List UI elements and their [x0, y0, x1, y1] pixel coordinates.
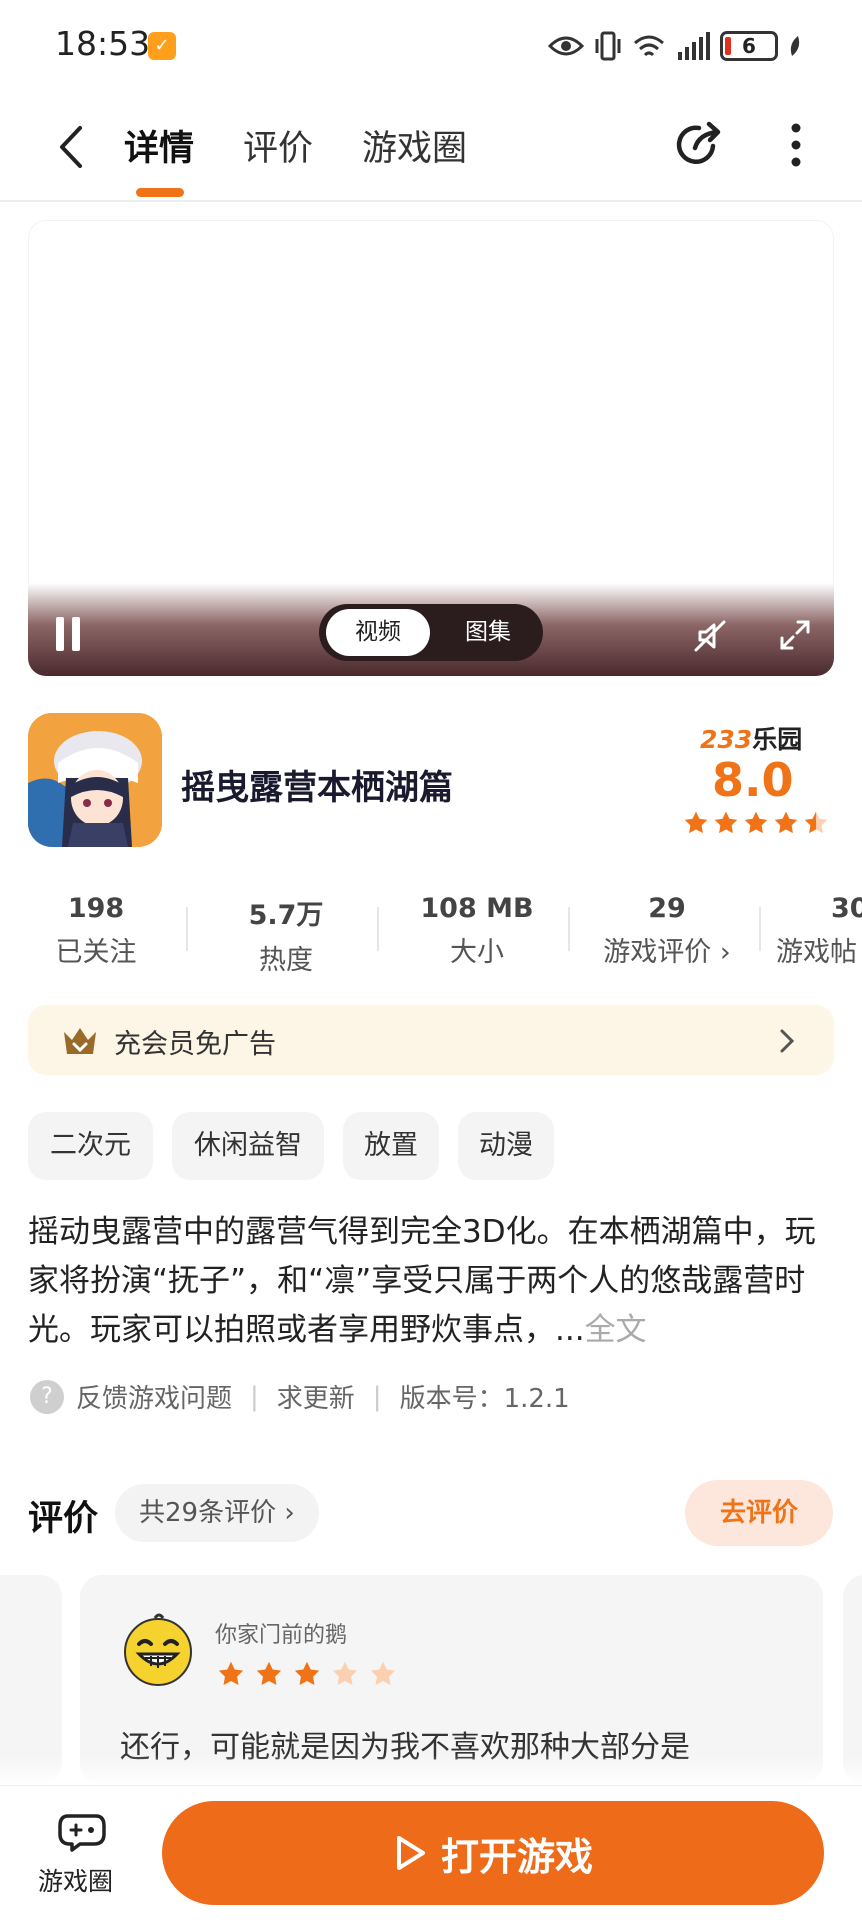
game-rating-stars	[683, 810, 829, 840]
fullscreen-icon[interactable]	[778, 618, 812, 652]
stat-size: 108 MB 大小	[420, 893, 534, 968]
stat-game-posts[interactable]: 30 游戏帖	[776, 893, 862, 969]
tab-game-circle[interactable]: 游戏圈	[362, 120, 467, 171]
request-update-link[interactable]: 求更新	[277, 1378, 355, 1415]
tag-chip[interactable]: 放置	[343, 1112, 439, 1180]
chevron-right-icon	[780, 1029, 795, 1053]
game-icon	[28, 713, 162, 847]
review-username: 你家门前的鹅	[215, 1623, 348, 1648]
review-card[interactable]	[0, 1575, 62, 1785]
version-label: 版本号：1.2.1	[399, 1384, 570, 1414]
star-icon	[255, 1660, 283, 1692]
status-icons: 6	[548, 26, 802, 66]
game-circle-label[interactable]: 游戏圈	[38, 1862, 113, 1898]
info-links: ? 反馈游戏问题 | 求更新 | 版本号：1.2.1	[30, 1378, 570, 1415]
avatar	[124, 1613, 192, 1686]
help-icon: ?	[30, 1379, 64, 1414]
play-icon	[396, 1836, 425, 1870]
mute-icon[interactable]	[692, 618, 728, 654]
open-game-button[interactable]: 打开游戏	[162, 1801, 824, 1905]
tag-chip[interactable]: 动漫	[458, 1112, 554, 1180]
star-icon	[743, 810, 769, 840]
leaf-icon	[790, 36, 800, 56]
review-stars	[217, 1660, 397, 1692]
status-time: 18:53	[55, 24, 151, 63]
feedback-link[interactable]: 反馈游戏问题	[76, 1378, 232, 1415]
battery-indicator: 6	[720, 31, 778, 61]
game-description: 摇动曳露营中的露营气得到完全3D化。在本栖湖篇中，玩家将扮演“抚子”，和“凛”享…	[28, 1214, 816, 1348]
back-arrow-icon[interactable]	[52, 122, 92, 172]
star-icon	[773, 810, 799, 840]
stat-divider	[568, 907, 570, 951]
pause-icon[interactable]	[56, 617, 82, 651]
gamepad-icon[interactable]	[58, 1810, 106, 1852]
review-card[interactable]	[843, 1575, 862, 1785]
segment-video[interactable]: 视频	[326, 609, 430, 656]
active-tab-indicator	[136, 188, 184, 197]
star-icon	[683, 810, 709, 840]
stat-followers: 198 已关注	[55, 893, 137, 968]
reviews-count-button[interactable]: 共29条评价 ›	[115, 1484, 319, 1542]
reviews-heading: 评价	[28, 1499, 99, 1539]
stat-divider	[186, 907, 188, 951]
game-score: 8.0	[712, 753, 794, 807]
vip-label: 充会员免广告	[114, 1029, 276, 1060]
stat-divider	[377, 907, 379, 951]
eye-icon	[548, 36, 584, 56]
vibrate-icon	[595, 31, 621, 61]
star-icon	[293, 1660, 321, 1692]
open-game-label: 打开游戏	[440, 1834, 593, 1879]
segment-gallery[interactable]: 图集	[440, 609, 536, 656]
star-icon	[331, 1660, 359, 1692]
star-icon	[803, 810, 829, 840]
stat-game-reviews[interactable]: 29 游戏评价 ›	[587, 893, 747, 969]
read-more-link[interactable]: 全文	[585, 1312, 647, 1348]
share-icon[interactable]	[673, 118, 725, 170]
star-icon	[713, 810, 739, 840]
app-notification-icon: ✓	[148, 32, 176, 60]
game-title: 摇曳露营本栖湖篇	[181, 768, 453, 808]
tag-chip[interactable]: 休闲益智	[172, 1112, 324, 1180]
fade-overlay	[0, 1755, 862, 1785]
more-vertical-icon[interactable]	[783, 122, 809, 168]
signal-icon	[678, 32, 710, 60]
star-icon	[217, 1660, 245, 1692]
stat-divider	[759, 907, 761, 951]
stat-popularity: 5.7万 热度	[248, 900, 324, 976]
tab-details[interactable]: 详情	[124, 120, 194, 171]
brand-logo: 233乐园	[700, 725, 803, 754]
crown-icon	[64, 1028, 96, 1054]
star-icon	[369, 1660, 397, 1692]
wifi-icon	[634, 35, 664, 57]
write-review-button[interactable]: 去评价	[685, 1480, 833, 1546]
tab-reviews[interactable]: 评价	[243, 120, 313, 171]
tag-chip[interactable]: 二次元	[28, 1112, 153, 1180]
